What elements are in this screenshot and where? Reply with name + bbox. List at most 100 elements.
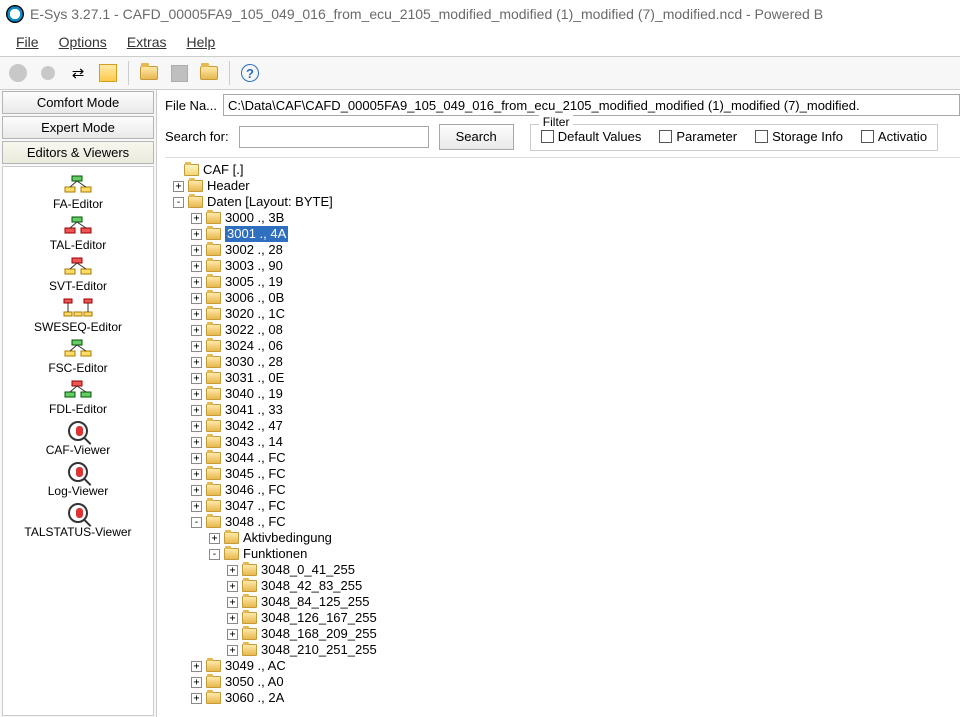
expand-icon[interactable]: + <box>191 693 202 704</box>
back-button[interactable] <box>6 61 30 85</box>
filename-input[interactable] <box>223 94 960 116</box>
tree-row[interactable]: +3006 ., 0B <box>169 290 960 306</box>
tree-row[interactable]: +Aktivbedingung <box>169 530 960 546</box>
open-button[interactable] <box>137 61 161 85</box>
expand-icon[interactable]: + <box>191 501 202 512</box>
tree-row[interactable]: +3022 ., 08 <box>169 322 960 338</box>
expand-icon[interactable]: + <box>191 245 202 256</box>
expand-icon[interactable]: + <box>191 421 202 432</box>
talstatus-viewer-item[interactable]: TALSTATUS-Viewer <box>3 499 153 540</box>
search-button[interactable]: Search <box>439 124 514 150</box>
expand-icon[interactable]: + <box>191 341 202 352</box>
tree-row[interactable]: +3003 ., 90 <box>169 258 960 274</box>
filter-default-values[interactable]: Default Values <box>541 129 642 144</box>
expand-icon[interactable]: + <box>191 469 202 480</box>
fa-editor-item[interactable]: FA-Editor <box>3 171 153 212</box>
fsc-editor-item[interactable]: FSC-Editor <box>3 335 153 376</box>
filter-parameter[interactable]: Parameter <box>659 129 737 144</box>
folder-icon <box>188 196 203 208</box>
expand-icon[interactable]: + <box>173 181 184 192</box>
tree-row[interactable]: +3031 ., 0E <box>169 370 960 386</box>
filter-storage-info[interactable]: Storage Info <box>755 129 843 144</box>
filter-activation[interactable]: Activatio <box>861 129 927 144</box>
comfort-mode-header[interactable]: Comfort Mode <box>2 91 154 114</box>
expand-icon[interactable]: + <box>191 405 202 416</box>
connect-button[interactable]: ⇄ <box>66 61 90 85</box>
tree-row[interactable]: -3048 ., FC <box>169 514 960 530</box>
expand-icon[interactable]: + <box>191 293 202 304</box>
menu-extras[interactable]: Extras <box>119 32 175 52</box>
fdl-editor-item[interactable]: FDL-Editor <box>3 376 153 417</box>
tree-row[interactable]: +3047 ., FC <box>169 498 960 514</box>
sweseq-editor-item[interactable]: SWESEQ-Editor <box>3 294 153 335</box>
tree-row[interactable]: +3042 ., 47 <box>169 418 960 434</box>
expand-icon[interactable]: + <box>191 453 202 464</box>
expand-icon[interactable]: + <box>191 389 202 400</box>
tree-row[interactable]: +3050 ., A0 <box>169 674 960 690</box>
tree-row[interactable]: +3043 ., 14 <box>169 434 960 450</box>
menu-help[interactable]: Help <box>179 32 224 52</box>
help-button[interactable]: ? <box>238 61 262 85</box>
collapse-icon[interactable]: - <box>173 197 184 208</box>
search-input[interactable] <box>239 126 429 148</box>
expand-icon[interactable]: + <box>227 597 238 608</box>
editors-viewers-header[interactable]: Editors & Viewers <box>2 141 154 164</box>
config-button[interactable] <box>96 61 120 85</box>
tree-row[interactable]: +3044 ., FC <box>169 450 960 466</box>
expand-icon[interactable]: + <box>191 661 202 672</box>
tree-row[interactable]: +3048_42_83_255 <box>169 578 960 594</box>
expert-mode-header[interactable]: Expert Mode <box>2 116 154 139</box>
tree-row[interactable]: +3048_84_125_255 <box>169 594 960 610</box>
tree-row[interactable]: -Funktionen <box>169 546 960 562</box>
tree-row[interactable]: +3048_0_41_255 <box>169 562 960 578</box>
expand-icon[interactable]: + <box>191 677 202 688</box>
tree-row[interactable]: +3024 ., 06 <box>169 338 960 354</box>
expand-icon[interactable]: + <box>191 229 202 240</box>
expand-icon[interactable]: + <box>227 581 238 592</box>
expand-icon[interactable]: + <box>227 645 238 656</box>
save-button[interactable] <box>167 61 191 85</box>
tree-row[interactable]: +3060 ., 2A <box>169 690 960 706</box>
menu-options[interactable]: Options <box>51 32 115 52</box>
tree-row[interactable]: CAF [.] <box>169 162 960 178</box>
tree-row[interactable]: +3049 ., AC <box>169 658 960 674</box>
tree-view[interactable]: CAF [.]+Header-Daten [Layout: BYTE]+3000… <box>165 157 960 717</box>
menu-file[interactable]: File <box>8 32 47 52</box>
collapse-icon[interactable]: - <box>209 549 220 560</box>
expand-icon[interactable]: + <box>227 629 238 640</box>
tree-row[interactable]: +3030 ., 28 <box>169 354 960 370</box>
expand-icon[interactable]: + <box>191 485 202 496</box>
expand-icon[interactable]: + <box>227 565 238 576</box>
svt-editor-item[interactable]: SVT-Editor <box>3 253 153 294</box>
caf-viewer-item[interactable]: CAF-Viewer <box>3 417 153 458</box>
tree-row[interactable]: +3005 ., 19 <box>169 274 960 290</box>
expand-icon[interactable]: + <box>191 261 202 272</box>
tree-row[interactable]: +3020 ., 1C <box>169 306 960 322</box>
forward-button[interactable] <box>36 61 60 85</box>
tree-row[interactable]: +3040 ., 19 <box>169 386 960 402</box>
tree-row[interactable]: +3002 ., 28 <box>169 242 960 258</box>
expand-icon[interactable]: + <box>191 357 202 368</box>
expand-icon[interactable]: + <box>227 613 238 624</box>
save-as-button[interactable] <box>197 61 221 85</box>
tree-row[interactable]: +3000 ., 3B <box>169 210 960 226</box>
tree-row[interactable]: +3041 ., 33 <box>169 402 960 418</box>
tree-row[interactable]: +3001 ., 4A <box>169 226 960 242</box>
tree-row[interactable]: +3048_126_167_255 <box>169 610 960 626</box>
tree-row[interactable]: +3046 ., FC <box>169 482 960 498</box>
tree-row[interactable]: +3045 ., FC <box>169 466 960 482</box>
expand-icon[interactable]: + <box>191 373 202 384</box>
tree-row[interactable]: +3048_210_251_255 <box>169 642 960 658</box>
tree-row[interactable]: +3048_168_209_255 <box>169 626 960 642</box>
tree-row[interactable]: +Header <box>169 178 960 194</box>
expand-icon[interactable]: + <box>191 213 202 224</box>
expand-icon[interactable]: + <box>191 325 202 336</box>
expand-icon[interactable]: + <box>191 277 202 288</box>
log-viewer-item[interactable]: Log-Viewer <box>3 458 153 499</box>
tree-row[interactable]: -Daten [Layout: BYTE] <box>169 194 960 210</box>
tal-editor-item[interactable]: TAL-Editor <box>3 212 153 253</box>
expand-icon[interactable]: + <box>209 533 220 544</box>
expand-icon[interactable]: + <box>191 437 202 448</box>
collapse-icon[interactable]: - <box>191 517 202 528</box>
expand-icon[interactable]: + <box>191 309 202 320</box>
